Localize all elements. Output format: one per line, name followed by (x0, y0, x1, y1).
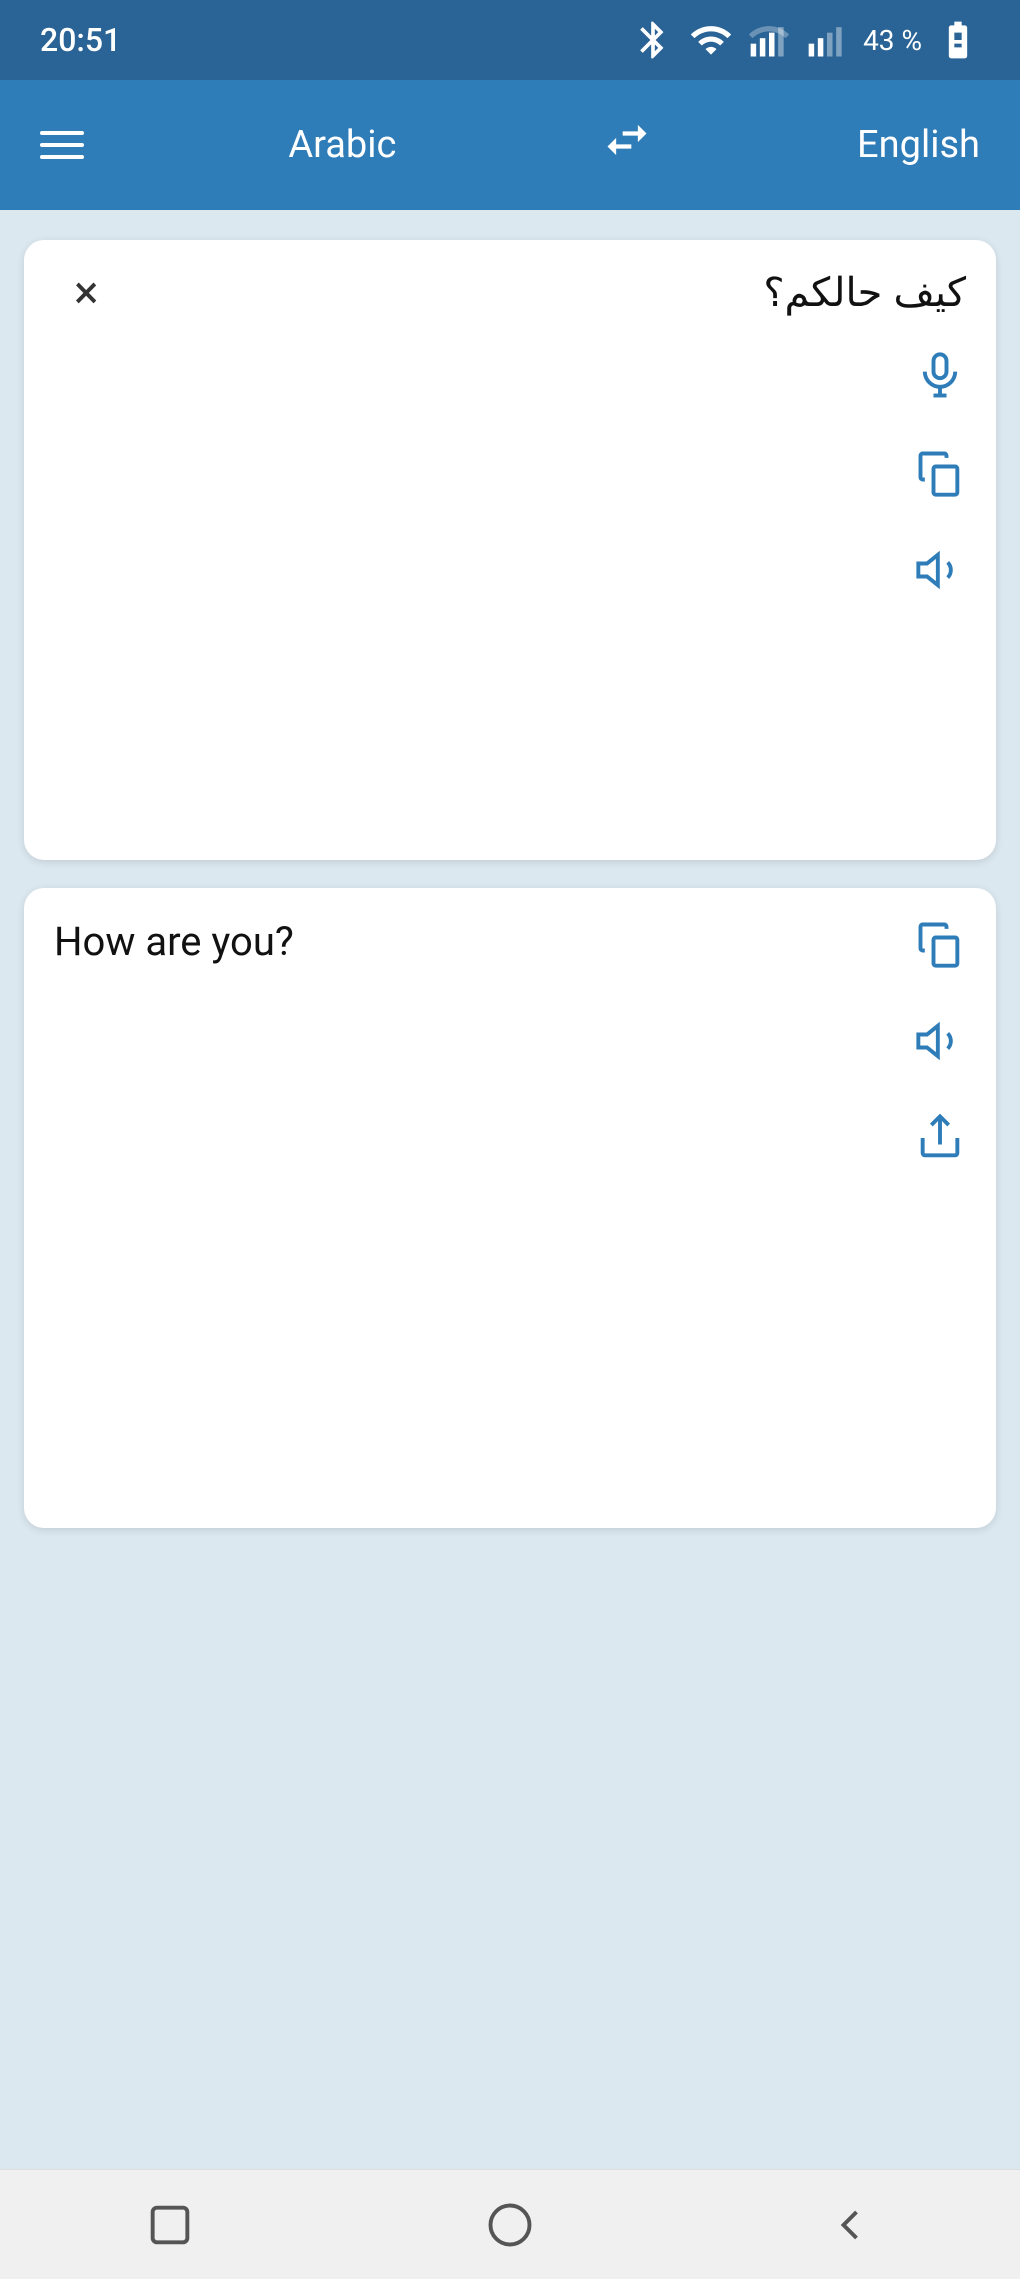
battery-percent: 43 % (863, 24, 922, 57)
app-bar: Arabic English (0, 80, 1020, 210)
input-card: × كيف حالكم؟ (24, 240, 996, 860)
clear-button[interactable]: × (74, 270, 99, 316)
speak-output-button[interactable] (914, 1015, 966, 1076)
speak-input-button[interactable] (914, 544, 966, 605)
battery-icon (936, 18, 980, 62)
source-language[interactable]: Arabic (288, 123, 396, 167)
signal-icon (747, 18, 791, 62)
input-card-top: × كيف حالكم؟ (54, 270, 966, 316)
share-button[interactable] (914, 1112, 966, 1173)
copy-output-button[interactable] (914, 918, 966, 979)
wifi-icon (689, 18, 733, 62)
input-text[interactable]: كيف حالكم؟ (99, 270, 966, 316)
copy-input-button[interactable] (914, 447, 966, 508)
menu-button[interactable] (40, 131, 84, 159)
signal2-icon (805, 18, 849, 62)
bottom-nav (0, 2169, 1020, 2279)
translated-text: How are you? (54, 918, 966, 965)
input-card-actions (914, 350, 966, 605)
swap-button[interactable] (601, 114, 653, 177)
recent-apps-button[interactable] (144, 2199, 196, 2251)
home-button[interactable] (484, 2199, 536, 2251)
main-content: × كيف حالكم؟ (0, 210, 1020, 1558)
target-language[interactable]: English (857, 123, 980, 167)
output-card-top: How are you? (54, 918, 966, 965)
status-icons: 43 % (631, 18, 980, 62)
output-card-actions (914, 918, 966, 1173)
bluetooth-icon (631, 18, 675, 62)
status-time: 20:51 (40, 21, 121, 59)
mic-button[interactable] (914, 350, 966, 411)
status-bar: 20:51 43 % (0, 0, 1020, 80)
back-button[interactable] (824, 2199, 876, 2251)
output-card: How are you? (24, 888, 996, 1528)
